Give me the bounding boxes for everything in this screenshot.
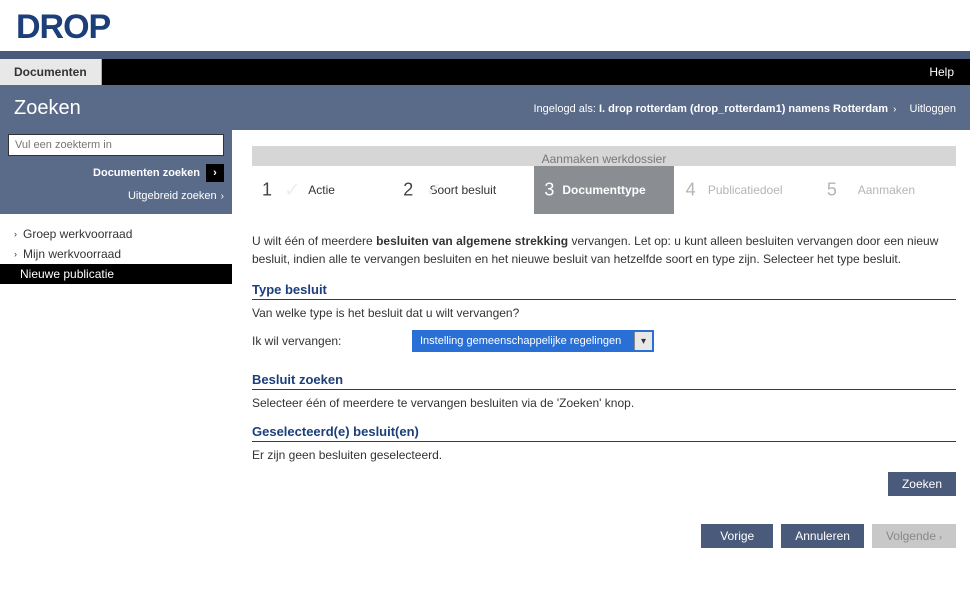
section-type-sub: Van welke type is het besluit dat u wilt… bbox=[252, 306, 956, 320]
zoeken-button[interactable]: Zoeken bbox=[888, 472, 956, 496]
intro-before: U wilt één of meerdere bbox=[252, 234, 376, 248]
chevron-down-icon: ▾ bbox=[634, 332, 652, 350]
step-number: 3 bbox=[544, 180, 554, 201]
chevron-right-icon: › bbox=[14, 229, 17, 239]
intro-bold: besluiten van algemene strekking bbox=[376, 234, 568, 248]
help-link[interactable]: Help bbox=[913, 65, 970, 79]
menubar: Documenten Help bbox=[0, 59, 970, 85]
sidebar-item-label: Mijn werkvoorraad bbox=[23, 247, 121, 261]
search-input[interactable] bbox=[8, 134, 224, 156]
step-actie[interactable]: 1 Actie bbox=[252, 166, 393, 214]
step-documenttype[interactable]: 3 Documenttype bbox=[534, 166, 675, 214]
step-number: 4 bbox=[686, 180, 696, 201]
step-label: Actie bbox=[308, 183, 335, 197]
search-submit-button[interactable]: Documenten zoeken › bbox=[8, 164, 224, 182]
besluit-type-select[interactable]: Instelling gemeenschappelijke regelingen… bbox=[412, 330, 654, 352]
vorige-button[interactable]: Vorige bbox=[701, 524, 773, 548]
sidebar-item-label: Groep werkvoorraad bbox=[23, 227, 132, 241]
step-label: Publicatiedoel bbox=[708, 183, 783, 197]
footer-buttons: Vorige Annuleren Volgende› bbox=[252, 524, 956, 548]
sidebar-item-label: Nieuwe publicatie bbox=[20, 267, 114, 281]
nav-list: › Groep werkvoorraad › Mijn werkvoorraad… bbox=[0, 214, 232, 294]
section-besluit-zoeken: Besluit zoeken bbox=[252, 372, 956, 390]
section-type-besluit: Type besluit bbox=[252, 282, 956, 300]
sidebar-item-mijn[interactable]: › Mijn werkvoorraad bbox=[0, 244, 232, 264]
volgende-button: Volgende› bbox=[872, 524, 956, 548]
search-panel: Documenten zoeken › Uitgebreid zoeken › bbox=[0, 130, 232, 214]
subheader: Zoeken Ingelogd als: I. drop rotterdam (… bbox=[0, 85, 970, 130]
section-geselecteerd: Geselecteerd(e) besluit(en) bbox=[252, 424, 956, 442]
topbar-strip bbox=[0, 51, 970, 59]
form-label-replace: Ik wil vervangen: bbox=[252, 334, 412, 348]
step-soort-besluit[interactable]: 2 Soort besluit bbox=[393, 166, 534, 214]
loggedin-prefix: Ingelogd als: bbox=[534, 103, 596, 115]
volgende-label: Volgende bbox=[886, 529, 936, 543]
step-number: 2 bbox=[403, 180, 413, 201]
form-row-replace: Ik wil vervangen: Instelling gemeenschap… bbox=[252, 330, 956, 352]
step-aanmaken: 5 Aanmaken bbox=[817, 166, 956, 214]
step-number: 5 bbox=[827, 180, 837, 201]
chevron-right-icon: › bbox=[14, 249, 17, 259]
advanced-search-label: Uitgebreid zoeken bbox=[128, 190, 217, 202]
section-zoeken-sub: Selecteer één of meerdere te vervangen b… bbox=[252, 396, 956, 410]
step-label: Documenttype bbox=[562, 183, 645, 197]
logout-link[interactable]: Uitloggen bbox=[910, 103, 956, 115]
stepper-title: Aanmaken werkdossier bbox=[252, 146, 956, 166]
arrow-right-icon: › bbox=[206, 164, 224, 182]
section-geselecteerd-sub: Er zijn geen besluiten geselecteerd. bbox=[252, 448, 956, 462]
app-logo: DROP bbox=[0, 0, 970, 51]
sidebar-item-groep[interactable]: › Groep werkvoorraad bbox=[0, 224, 232, 244]
tab-documenten[interactable]: Documenten bbox=[0, 59, 102, 85]
chevron-right-icon: › bbox=[939, 532, 942, 542]
sidebar: Documenten zoeken › Uitgebreid zoeken › … bbox=[0, 130, 232, 588]
step-label: Aanmaken bbox=[858, 183, 915, 197]
stepper: Aanmaken werkdossier 1 Actie 2 Soort bes… bbox=[252, 146, 956, 214]
annuleren-button[interactable]: Annuleren bbox=[781, 524, 864, 548]
step-publicatiedoel: 4 Publicatiedoel bbox=[676, 166, 817, 214]
sidebar-item-nieuwe-publicatie[interactable]: Nieuwe publicatie bbox=[0, 264, 232, 284]
main-content: Aanmaken werkdossier 1 Actie 2 Soort bes… bbox=[232, 130, 970, 588]
chevron-right-icon: › bbox=[221, 191, 224, 202]
step-label: Soort besluit bbox=[429, 183, 496, 197]
step-number: 1 bbox=[262, 180, 272, 201]
intro-text: U wilt één of meerdere besluiten van alg… bbox=[252, 232, 956, 268]
page-title: Zoeken bbox=[14, 97, 81, 120]
chevron-right-icon: › bbox=[893, 104, 896, 115]
advanced-search-link[interactable]: Uitgebreid zoeken › bbox=[8, 190, 224, 202]
loggedin-user: I. drop rotterdam (drop_rotterdam1) name… bbox=[599, 103, 888, 115]
select-value: Instelling gemeenschappelijke regelingen bbox=[414, 335, 634, 347]
login-info: Ingelogd als: I. drop rotterdam (drop_ro… bbox=[534, 103, 957, 115]
search-submit-label: Documenten zoeken bbox=[93, 167, 200, 179]
